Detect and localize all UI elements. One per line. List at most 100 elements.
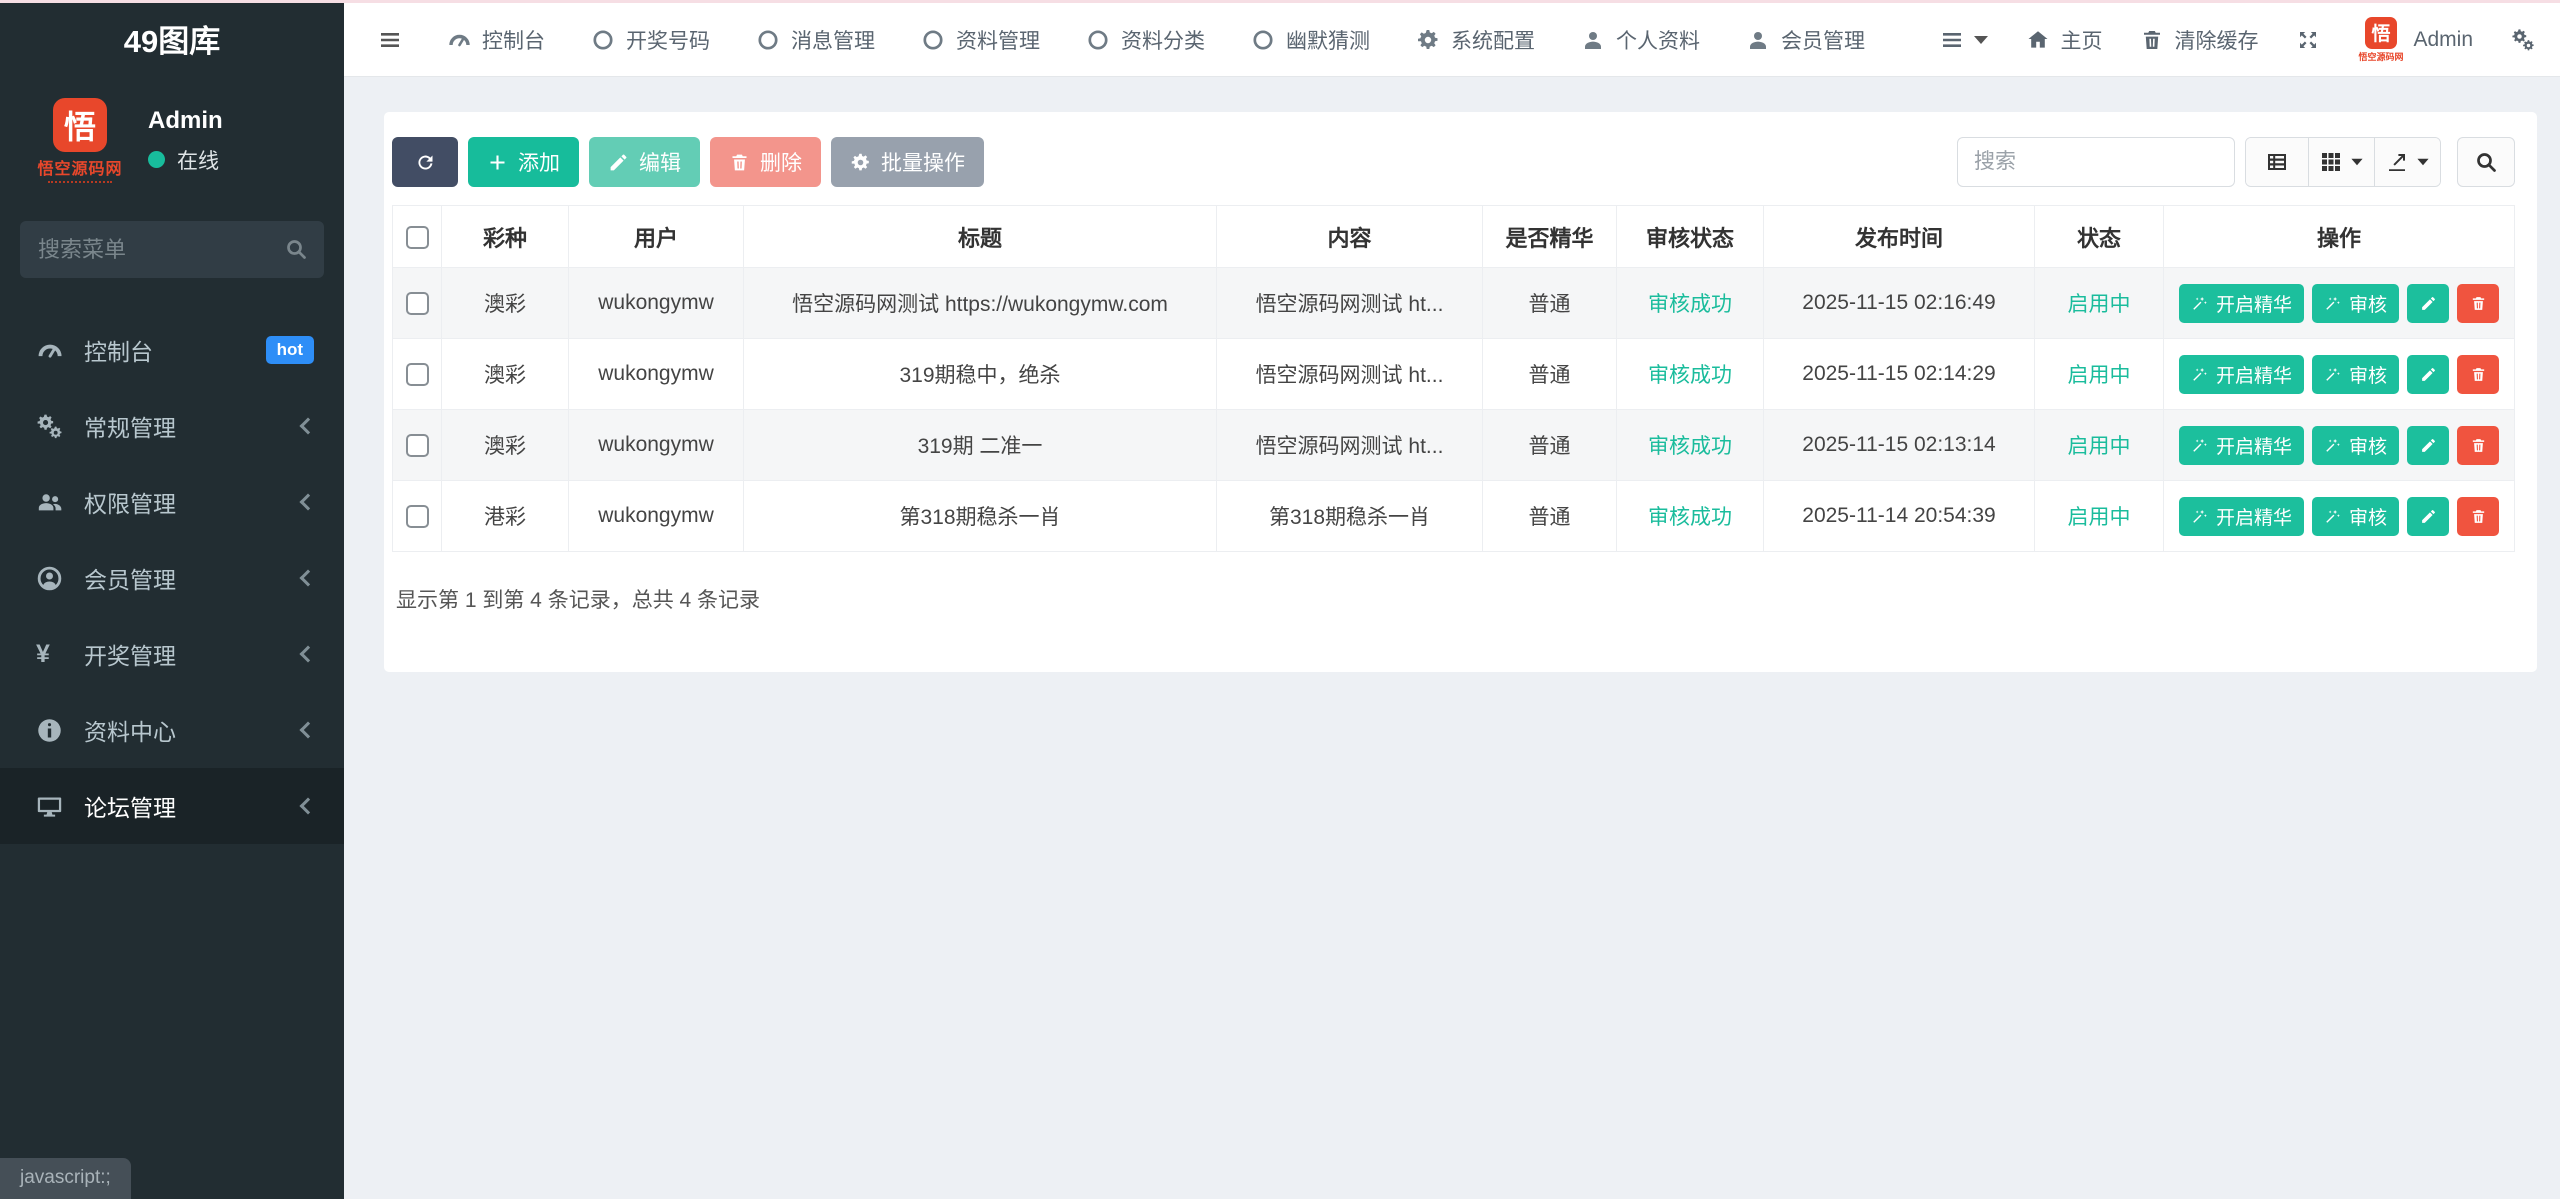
dashboard-icon	[36, 337, 84, 364]
audit-button[interactable]: 审核	[2312, 284, 2399, 323]
row-delete-button[interactable]	[2457, 284, 2499, 323]
row-checkbox[interactable]	[406, 505, 429, 528]
topnav-profile[interactable]: 个人资料	[1558, 3, 1723, 77]
audit-status: 审核成功	[1617, 268, 1764, 339]
gear-icon	[1416, 28, 1440, 52]
fullscreen-button[interactable]	[2296, 28, 2320, 52]
forum-posts-table: 彩种 用户 标题 内容 是否精华 审核状态 发布时间 状态 操作	[392, 205, 2515, 552]
topbar: 控制台 开奖号码 消息管理 资料管理 资料分类 幽默猜测	[344, 0, 2560, 77]
row-delete-button[interactable]	[2457, 497, 2499, 536]
sidebar-search-input[interactable]	[20, 221, 324, 278]
enable-essence-button[interactable]: 开启精华	[2179, 426, 2304, 465]
row-edit-button[interactable]	[2407, 426, 2449, 465]
user-icon	[1581, 28, 1605, 52]
yen-icon: ¥	[36, 640, 84, 669]
chevron-left-icon	[300, 418, 317, 435]
pencil-icon	[608, 152, 629, 173]
edit-button[interactable]: 编辑	[589, 137, 700, 187]
table-row: 澳彩 wukongymw 319期稳中，绝杀 悟空源码网测试 ht... 普通 …	[393, 339, 2515, 410]
detail-view-button[interactable]	[2246, 138, 2308, 186]
row-edit-button[interactable]	[2407, 284, 2449, 323]
wand-icon	[2324, 366, 2341, 383]
select-all-checkbox[interactable]	[406, 226, 429, 249]
wand-icon	[2324, 437, 2341, 454]
dashboard-icon	[447, 28, 471, 52]
circle-icon	[1086, 28, 1110, 52]
settings-button[interactable]	[2511, 28, 2535, 52]
caret-down-icon	[2351, 159, 2362, 165]
table-row: 港彩 wukongymw 第318期稳杀一肖 第318期稳杀一肖 普通 审核成功…	[393, 481, 2515, 552]
topnav-dashboard[interactable]: 控制台	[424, 3, 568, 77]
forum-icon	[36, 793, 84, 820]
sidebar-item-forum[interactable]: 论坛管理	[0, 768, 344, 844]
col-header-type: 彩种	[442, 206, 569, 268]
sidebar-item-lottery[interactable]: ¥ 开奖管理	[0, 616, 344, 692]
topnav-members[interactable]: 会员管理	[1723, 3, 1888, 77]
col-header-time: 发布时间	[1764, 206, 2035, 268]
cogs-icon	[2511, 28, 2535, 52]
refresh-button[interactable]	[392, 137, 458, 187]
chevron-left-icon	[300, 646, 317, 663]
sidebar-item-permissions[interactable]: 权限管理	[0, 464, 344, 540]
topnav-system-config[interactable]: 系统配置	[1393, 3, 1558, 77]
enable-essence-button[interactable]: 开启精华	[2179, 355, 2304, 394]
batch-operation-button[interactable]: 批量操作	[831, 137, 984, 187]
row-checkbox[interactable]	[406, 434, 429, 457]
delete-button[interactable]: 删除	[710, 137, 821, 187]
audit-button[interactable]: 审核	[2312, 426, 2399, 465]
sidebar-item-datacenter[interactable]: 资料中心	[0, 692, 344, 768]
columns-toggle-button[interactable]	[2308, 138, 2374, 186]
col-header-actions: 操作	[2164, 206, 2515, 268]
online-status-label: 在线	[177, 145, 219, 175]
sidebar-item-general[interactable]: 常规管理	[0, 388, 344, 464]
table-header-row: 彩种 用户 标题 内容 是否精华 审核状态 发布时间 状态 操作	[393, 206, 2515, 268]
list-dropdown-button[interactable]	[1940, 28, 1988, 52]
audit-button[interactable]: 审核	[2312, 355, 2399, 394]
avatar: 悟 悟空源码网	[2358, 17, 2403, 63]
topnav-messages[interactable]: 消息管理	[733, 3, 898, 77]
trash-icon	[2470, 508, 2487, 525]
row-checkbox[interactable]	[406, 363, 429, 386]
brand-title[interactable]: 49图库	[0, 0, 344, 76]
audit-button[interactable]: 审核	[2312, 497, 2399, 536]
row-edit-button[interactable]	[2407, 497, 2449, 536]
user-menu[interactable]: 悟 悟空源码网 Admin	[2358, 17, 2473, 63]
table-search-input[interactable]	[1957, 137, 2235, 187]
status-badge: 启用中	[2035, 268, 2164, 339]
sidebar-toggle-button[interactable]	[356, 28, 424, 52]
trash-icon	[2470, 366, 2487, 383]
enable-essence-button[interactable]: 开启精华	[2179, 284, 2304, 323]
sidebar: 49图库 悟 悟空源码网 Admin 在线 控制台 hot	[0, 0, 344, 1199]
topnav-data-manage[interactable]: 资料管理	[898, 3, 1063, 77]
clear-cache-button[interactable]: 清除缓存	[2140, 25, 2258, 55]
audit-status: 审核成功	[1617, 481, 1764, 552]
row-delete-button[interactable]	[2457, 355, 2499, 394]
row-checkbox[interactable]	[406, 292, 429, 315]
export-icon	[2385, 150, 2409, 174]
wand-icon	[2324, 508, 2341, 525]
topnav-data-category[interactable]: 资料分类	[1063, 3, 1228, 77]
info-icon	[36, 717, 84, 744]
topnav-lottery-numbers[interactable]: 开奖号码	[568, 3, 733, 77]
sidebar-item-dashboard[interactable]: 控制台 hot	[0, 312, 344, 388]
chevron-left-icon	[300, 494, 317, 511]
pencil-icon	[2420, 366, 2437, 383]
row-delete-button[interactable]	[2457, 426, 2499, 465]
row-edit-button[interactable]	[2407, 355, 2449, 394]
enable-essence-button[interactable]: 开启精华	[2179, 497, 2304, 536]
audit-status: 审核成功	[1617, 339, 1764, 410]
wand-icon	[2324, 295, 2341, 312]
sidebar-item-members[interactable]: 会员管理	[0, 540, 344, 616]
export-button[interactable]	[2374, 138, 2440, 186]
pencil-icon	[2420, 437, 2437, 454]
logo-underline	[48, 181, 112, 183]
table-row: 澳彩 wukongymw 悟空源码网测试 https://wukongymw.c…	[393, 268, 2515, 339]
status-badge: 启用中	[2035, 410, 2164, 481]
add-button[interactable]: 添加	[468, 137, 579, 187]
col-header-content: 内容	[1217, 206, 1483, 268]
chevron-left-icon	[300, 570, 317, 587]
circle-icon	[921, 28, 945, 52]
topnav-humor-guess[interactable]: 幽默猜测	[1228, 3, 1393, 77]
home-button[interactable]: 主页	[2026, 25, 2102, 55]
search-button[interactable]	[2457, 137, 2515, 187]
